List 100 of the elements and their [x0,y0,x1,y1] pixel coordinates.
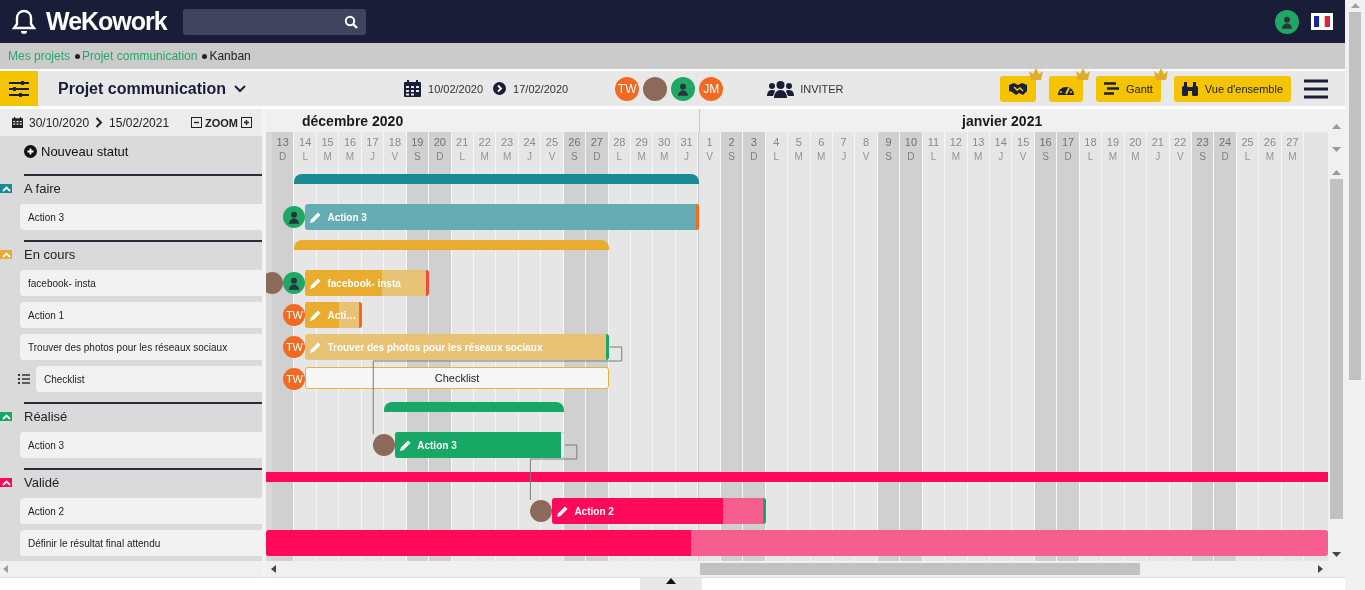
dependency-connector [529,444,578,501]
task-item[interactable]: Trouver des photos pour les réseaux sociaux [20,334,262,361]
scrollbar-thumb[interactable] [1330,179,1343,520]
weekday-letter: S [414,151,421,163]
task-item[interactable]: Action 1 [20,302,262,329]
breadcrumb-current: Kanban [209,49,251,64]
invite-button[interactable]: INVITER [767,79,844,98]
scroll-down-icon[interactable] [1332,552,1341,558]
panel-tab[interactable] [640,578,702,590]
status-label: A faire [24,181,61,197]
checklist-item[interactable]: Checklist [36,366,262,393]
checklist-bar[interactable]: Checklist [305,367,609,390]
flag-icon[interactable] [1311,13,1333,31]
overview-button[interactable]: Vue d'ensemble [1173,75,1291,102]
binoculars-icon [1181,81,1198,96]
task-bar-label: facebook- insta [327,277,401,289]
weekday-letter: D [1221,151,1229,163]
day-number: 13 [276,136,289,149]
range-end-date[interactable]: 15/02/2021 [109,115,170,130]
weekday-letter: S [885,151,892,163]
user-avatar[interactable] [1275,9,1299,34]
task-bar[interactable]: Action 2 [552,498,766,525]
collapse-toggle[interactable] [0,184,12,194]
collapse-toggle[interactable] [0,412,12,422]
day-number: 18 [388,136,402,149]
arrow-right-circle-icon [493,82,507,96]
zoom-out-button[interactable] [191,117,202,129]
day-number: 17 [366,136,379,149]
calendar-icon [12,117,23,129]
weekday-letter: M [951,151,960,163]
weekday-letter: S [1199,151,1206,163]
day-number: 23 [1196,136,1209,149]
day-number: 10 [904,136,918,149]
scroll-up-icon[interactable] [1332,170,1341,176]
weekday-letter: J [998,151,1004,163]
gantt-button[interactable]: Gantt [1095,75,1161,102]
weekday-letter: D [750,151,758,163]
weekday-letter: V [1019,151,1027,163]
weekday-letter: M [660,151,669,163]
day-number: 21 [456,136,469,149]
zoom-in-button[interactable] [241,117,252,129]
task-item[interactable]: Action 3 [20,204,262,231]
zoom-label: ZOOM [205,116,238,129]
task-item[interactable]: Définir le résultat final attendu [20,530,262,557]
day-number: 18 [1084,136,1097,149]
scrollbar-thumb[interactable] [700,563,1140,576]
weekday-letter: S [571,151,578,163]
dashboard-button[interactable] [1048,75,1083,102]
day-number: 27 [1286,136,1299,149]
task-item[interactable]: Action 2 [20,498,262,525]
scrollbar[interactable] [0,561,262,578]
weekday-letter: V [706,151,713,163]
weekday-letter: J [369,151,375,163]
collapse-toggle[interactable] [0,250,12,260]
range-start-date[interactable]: 30/10/2020 [29,115,90,130]
day-number: 11 [927,136,940,149]
scrollbar-thumb[interactable] [1349,12,1361,380]
weekday-letter: L [459,151,465,163]
weekday-letter: L [302,151,308,163]
scroll-up-icon[interactable] [1350,3,1360,8]
weekday-letter: V [548,151,556,163]
search-field[interactable] [182,8,366,35]
partners-button[interactable] [999,75,1036,102]
task-item[interactable]: facebook- insta [20,270,262,297]
day-number: 26 [1263,136,1277,149]
day-number: 25 [545,136,559,149]
sliders-icon [9,80,29,97]
calendar-icon[interactable] [404,80,422,98]
user-avatar: TW [615,76,640,101]
status-label: En cours [24,247,76,263]
status-label: Validé [24,475,60,491]
task-item[interactable]: Action 3 [20,432,262,459]
scroll-left-icon [3,565,8,574]
weekday-letter: M [794,151,803,163]
weekday-letter: M [1265,151,1275,163]
bullet-icon [75,53,81,59]
day-number: 31 [680,136,693,149]
weekday-letter: L [616,151,623,163]
logo[interactable]: WeKowork [46,7,167,37]
day-number: 19 [411,136,424,149]
weekday-letter: D [279,151,287,163]
day-number: 28 [613,136,626,149]
day-number: 3 [750,136,757,149]
project-title[interactable]: Projet communication [58,79,227,98]
start-date: 10/02/2020 [428,82,484,95]
new-status-button[interactable]: Nouveau statut [24,144,129,160]
day-number: 4 [773,136,780,149]
scroll-up-icon[interactable] [1332,124,1341,130]
weekday-letter: J [527,151,533,163]
weekday-letter: M [345,151,355,163]
chevron-down-icon[interactable] [234,84,247,93]
day-number: 16 [343,136,357,149]
filter-button[interactable] [0,71,38,107]
collapse-toggle[interactable] [0,478,12,488]
day-number: 25 [1241,136,1254,149]
menu-button[interactable] [1304,78,1328,99]
people-icon [767,79,795,98]
search-icon[interactable] [343,14,358,29]
day-number: 2 [728,136,735,149]
bell-icon[interactable] [12,8,36,35]
